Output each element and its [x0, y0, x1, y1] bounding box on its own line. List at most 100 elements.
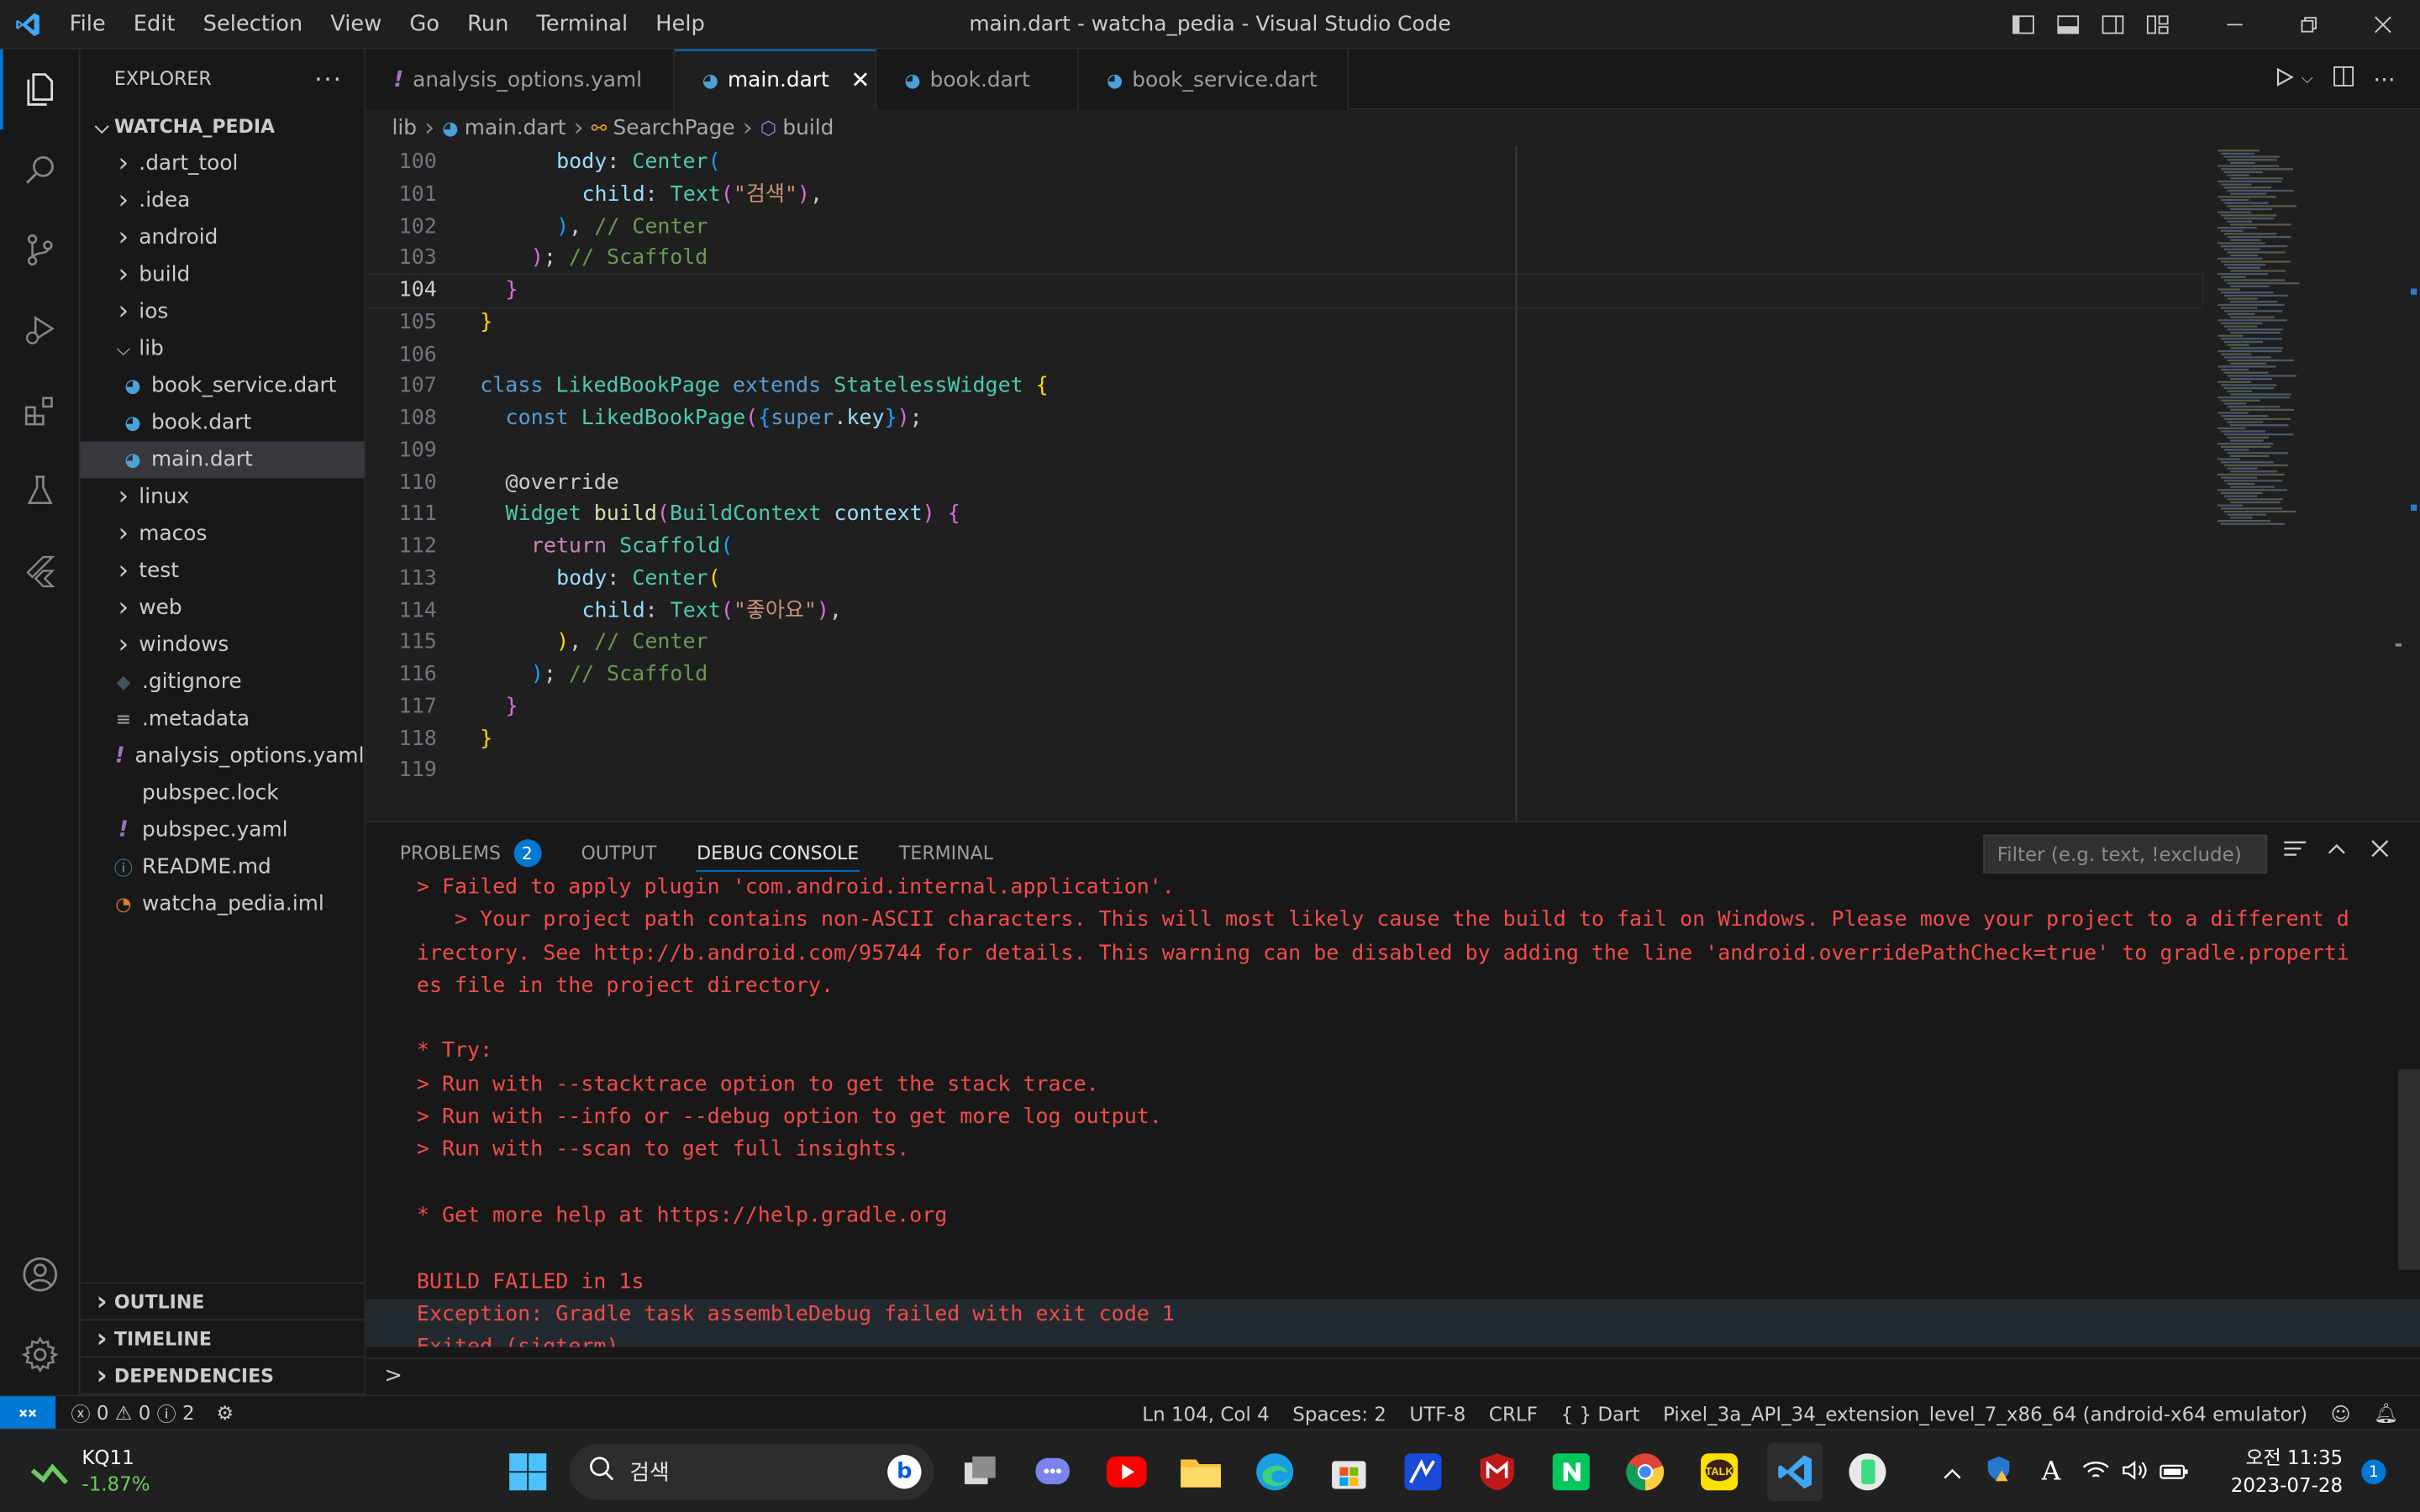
tree-item-lib[interactable]: ⌵ lib	[81, 330, 365, 367]
tree-item-analysis-options-yaml[interactable]: ! analysis_options.yaml	[81, 738, 365, 774]
debug-status-icon[interactable]: ⚙	[216, 1401, 234, 1425]
remote-indicator-icon[interactable]	[0, 1395, 56, 1430]
run-and-debug-icon[interactable]	[0, 290, 81, 370]
customize-layout-icon[interactable]	[2134, 0, 2179, 50]
chrome-icon[interactable]	[1621, 1447, 1670, 1497]
tab-book-service-dart[interactable]: ◕ book_service.dart	[1078, 49, 1349, 110]
menu-edit[interactable]: Edit	[119, 0, 189, 49]
android-emulator-icon[interactable]	[1843, 1447, 1892, 1497]
tree-item-test[interactable]: › test	[81, 553, 365, 590]
app-blue-icon[interactable]	[1398, 1447, 1448, 1497]
section-dependencies[interactable]: › DEPENDENCIES	[80, 1357, 366, 1395]
menu-run[interactable]: Run	[454, 0, 523, 49]
tree-item-metadata[interactable]: ≡ .metadata	[81, 701, 365, 738]
testing-icon[interactable]	[0, 450, 81, 531]
section-timeline[interactable]: › TIMELINE	[80, 1320, 366, 1358]
mcafee-icon[interactable]	[1472, 1447, 1522, 1497]
workspace-root[interactable]: ⌵ WATCHA_PEDIA	[81, 108, 365, 145]
minimap[interactable]	[2202, 146, 2420, 821]
menu-selection[interactable]: Selection	[189, 0, 317, 49]
tree-item-main-dart[interactable]: ◕ main.dart	[80, 441, 365, 479]
tree-item-book-dart[interactable]: ◕ book.dart	[81, 404, 365, 441]
debug-console-input[interactable]: >	[366, 1357, 2420, 1394]
toggle-secondary-sidebar-icon[interactable]	[2090, 0, 2134, 50]
battery-icon[interactable]	[2154, 1457, 2195, 1487]
code-editor[interactable]: 100 body: Center(101 child: Text("검색"), 102…	[364, 146, 2204, 821]
close-window-button[interactable]	[2346, 0, 2420, 50]
tree-item-windows[interactable]: › windows	[81, 627, 365, 664]
file-explorer-icon[interactable]	[1176, 1447, 1226, 1497]
menu-file[interactable]: File	[55, 0, 119, 49]
maximize-panel-chevron-up-icon[interactable]	[2326, 837, 2348, 865]
feedback-icon[interactable]: ☺	[2331, 1402, 2351, 1425]
run-icon[interactable]	[2274, 65, 2296, 94]
flutter-icon[interactable]	[0, 531, 81, 612]
source-control-icon[interactable]	[0, 210, 81, 291]
tree-item-ios[interactable]: › ios	[81, 293, 365, 330]
console-scrollbar[interactable]	[2398, 1068, 2420, 1270]
menu-go[interactable]: Go	[396, 0, 454, 49]
ime-indicator[interactable]: A	[2025, 1457, 2077, 1488]
tree-item-gitignore[interactable]: ◆ .gitignore	[81, 664, 365, 701]
tree-item-web[interactable]: › web	[81, 590, 365, 627]
tree-item-idea[interactable]: › .idea	[81, 182, 365, 219]
tab-main-dart[interactable]: ◕ main.dart ✕	[674, 49, 877, 110]
breadcrumb-item[interactable]: ⬡ build	[760, 115, 834, 139]
toggle-primary-sidebar-icon[interactable]	[2000, 0, 2044, 50]
tab-analysis-options-yaml[interactable]: ! analysis_options.yaml	[366, 49, 675, 110]
tree-item-dart-tool[interactable]: › .dart_tool	[81, 145, 365, 182]
tree-item-android[interactable]: › android	[81, 219, 365, 256]
language-mode[interactable]: { } Dart	[1560, 1402, 1639, 1425]
clear-console-icon[interactable]	[2283, 837, 2307, 865]
accounts-icon[interactable]	[0, 1234, 81, 1315]
encoding[interactable]: UTF-8	[1409, 1402, 1465, 1425]
taskbar-search[interactable]: 검색 b	[569, 1444, 934, 1500]
edge-browser-icon[interactable]	[1250, 1447, 1300, 1497]
task-view-icon[interactable]	[955, 1447, 1005, 1497]
run-dropdown-chevron-icon[interactable]: ⌵	[2302, 71, 2313, 87]
minimize-button[interactable]	[2198, 0, 2272, 50]
end-of-line[interactable]: CRLF	[1489, 1402, 1538, 1425]
menu-view[interactable]: View	[317, 0, 396, 49]
breadcrumb-item[interactable]: ⚯ SearchPage	[592, 115, 735, 139]
tree-item-linux[interactable]: › linux	[81, 478, 365, 515]
security-shield-icon[interactable]	[1972, 1455, 2024, 1488]
system-clock[interactable]: 오전 11:35 2023-07-28	[2231, 1444, 2343, 1499]
problems-status[interactable]: ⓧ 0 ⚠ 0 ⓘ 2	[71, 1398, 194, 1427]
menu-help[interactable]: Help	[642, 0, 719, 49]
kakaotalk-icon[interactable]: TALK	[1695, 1447, 1744, 1497]
tree-item-macos[interactable]: › macos	[81, 515, 365, 552]
show-hidden-icons-chevron-up-icon[interactable]	[1933, 1457, 1973, 1487]
restore-button[interactable]	[2272, 0, 2346, 50]
tab-book-dart[interactable]: ◕ book.dart	[876, 49, 1079, 110]
tree-item-pubspec-yaml[interactable]: ! pubspec.yaml	[81, 811, 365, 848]
explorer-icon[interactable]	[0, 49, 81, 130]
tree-item-watcha-pedia-iml[interactable]: ◔ watcha_pedia.iml	[81, 885, 365, 922]
toggle-panel-icon[interactable]	[2045, 0, 2090, 50]
close-panel-icon[interactable]	[2369, 837, 2391, 865]
more-actions-icon[interactable]: ···	[2373, 66, 2395, 93]
more-actions-icon[interactable]: ···	[314, 64, 343, 93]
debug-console-output[interactable]: > Failed to apply plugin 'com.android.in…	[366, 872, 2420, 1347]
indentation[interactable]: Spaces: 2	[1292, 1402, 1386, 1425]
settings-gear-icon[interactable]	[0, 1315, 81, 1395]
notification-badge[interactable]: 1	[2361, 1459, 2386, 1484]
volume-icon[interactable]	[2114, 1457, 2154, 1487]
cursor-position[interactable]: Ln 104, Col 4	[1142, 1402, 1269, 1425]
console-filter-input[interactable]: Filter (e.g. text, !exclude)	[1983, 834, 2268, 874]
microsoft-store-icon[interactable]	[1324, 1447, 1374, 1497]
tree-item-pubspec-lock[interactable]: pubspec.lock	[81, 774, 365, 811]
section-outline[interactable]: › OUTLINE	[80, 1284, 366, 1321]
tree-item-readme-md[interactable]: ⓘ README.md	[81, 848, 365, 885]
breadcrumb-item[interactable]: lib	[392, 115, 418, 139]
extensions-icon[interactable]	[0, 370, 81, 451]
tree-item-build[interactable]: › build	[81, 256, 365, 293]
close-tab-icon[interactable]: ✕	[850, 66, 870, 94]
windows-start-icon[interactable]	[503, 1447, 553, 1497]
teams-chat-icon[interactable]	[1028, 1447, 1077, 1497]
search-icon[interactable]	[0, 129, 81, 210]
wifi-icon[interactable]	[2077, 1457, 2114, 1487]
device-selector[interactable]: Pixel_3a_API_34_extension_level_7_x86_64…	[1663, 1402, 2307, 1425]
menu-terminal[interactable]: Terminal	[523, 0, 642, 49]
youtube-icon[interactable]	[1102, 1447, 1151, 1497]
